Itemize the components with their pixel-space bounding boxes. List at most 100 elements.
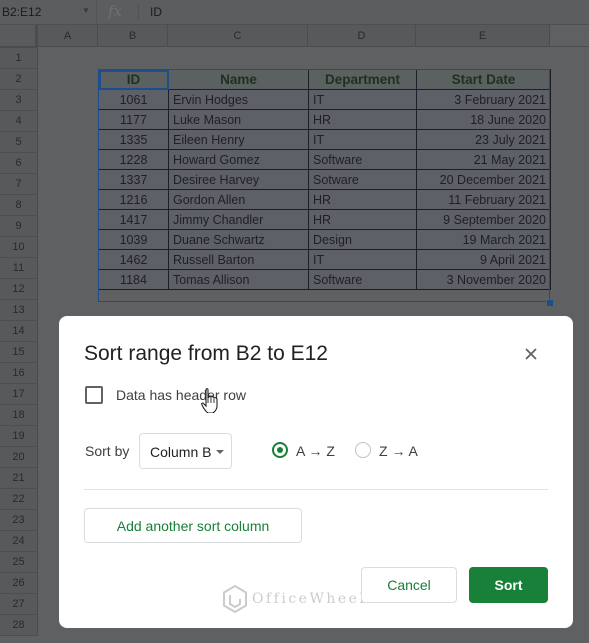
name-cell[interactable]: Gordon Allen bbox=[168, 189, 309, 210]
table-row: 1216 Gordon Allen HR 11 February 2021 bbox=[98, 189, 551, 210]
row-header[interactable]: 27 bbox=[0, 594, 38, 615]
name-box[interactable]: B2:E12 ▼ bbox=[0, 0, 97, 24]
sort-column-select[interactable]: Column B bbox=[139, 433, 232, 469]
table-header-cell[interactable]: ID bbox=[98, 69, 169, 90]
name-cell[interactable]: Howard Gomez bbox=[168, 149, 309, 170]
select-all-corner[interactable] bbox=[0, 25, 38, 49]
row-header[interactable]: 10 bbox=[0, 237, 38, 258]
id-cell[interactable]: 1177 bbox=[98, 109, 169, 130]
name-cell[interactable]: Russell Barton bbox=[168, 249, 309, 270]
department-cell[interactable]: IT bbox=[308, 89, 417, 110]
sort-button[interactable]: Sort bbox=[469, 567, 548, 603]
cancel-button[interactable]: Cancel bbox=[361, 567, 457, 603]
name-cell[interactable]: Ervin Hodges bbox=[168, 89, 309, 110]
column-header-d[interactable]: D bbox=[308, 25, 416, 47]
id-cell[interactable]: 1061 bbox=[98, 89, 169, 110]
column-header-a[interactable]: A bbox=[38, 25, 98, 47]
row-header[interactable]: 16 bbox=[0, 363, 38, 384]
row-header[interactable]: 24 bbox=[0, 531, 38, 552]
add-sort-column-button[interactable]: Add another sort column bbox=[84, 508, 302, 543]
row-header[interactable]: 8 bbox=[0, 195, 38, 216]
start-date-cell[interactable]: 20 December 2021 bbox=[416, 169, 551, 190]
radio-z-to-a-label[interactable]: Z → A bbox=[379, 443, 418, 459]
name-cell[interactable]: Desiree Harvey bbox=[168, 169, 309, 190]
table-header-cell[interactable]: Department bbox=[308, 69, 417, 90]
department-cell[interactable]: IT bbox=[308, 249, 417, 270]
id-cell[interactable]: 1039 bbox=[98, 229, 169, 250]
start-date-cell[interactable]: 21 May 2021 bbox=[416, 149, 551, 170]
row-header[interactable]: 1 bbox=[0, 48, 38, 69]
row-header[interactable]: 2 bbox=[0, 69, 38, 90]
row-header[interactable]: 18 bbox=[0, 405, 38, 426]
row-header[interactable]: 3 bbox=[0, 90, 38, 111]
column-header-b[interactable]: B bbox=[98, 25, 168, 47]
row-header[interactable]: 9 bbox=[0, 216, 38, 237]
table-header-cell[interactable]: Start Date bbox=[416, 69, 551, 90]
start-date-cell[interactable]: 18 June 2020 bbox=[416, 109, 551, 130]
row-header[interactable]: 6 bbox=[0, 153, 38, 174]
row-header[interactable]: 22 bbox=[0, 489, 38, 510]
name-cell[interactable]: Jimmy Chandler bbox=[168, 209, 309, 230]
row-header[interactable]: 26 bbox=[0, 573, 38, 594]
id-cell[interactable]: 1337 bbox=[98, 169, 169, 190]
divider bbox=[138, 4, 139, 20]
id-cell[interactable]: 1216 bbox=[98, 189, 169, 210]
row-header[interactable]: 23 bbox=[0, 510, 38, 531]
id-cell[interactable]: 1335 bbox=[98, 129, 169, 150]
id-cell[interactable]: 1462 bbox=[98, 249, 169, 270]
start-date-cell[interactable]: 9 September 2020 bbox=[416, 209, 551, 230]
department-cell[interactable]: HR bbox=[308, 209, 417, 230]
row-header[interactable]: 19 bbox=[0, 426, 38, 447]
formula-input[interactable]: ID bbox=[150, 5, 162, 19]
name-cell[interactable]: Eileen Henry bbox=[168, 129, 309, 150]
row-header[interactable]: 14 bbox=[0, 321, 38, 342]
row-header[interactable]: 13 bbox=[0, 300, 38, 321]
radio-a-to-z-label[interactable]: A → Z bbox=[296, 443, 335, 459]
row-header[interactable]: 12 bbox=[0, 279, 38, 300]
id-cell[interactable]: 1184 bbox=[98, 269, 169, 290]
name-cell[interactable]: Luke Mason bbox=[168, 109, 309, 130]
table-header-cell[interactable]: Name bbox=[168, 69, 309, 90]
start-date-cell[interactable]: 3 February 2021 bbox=[416, 89, 551, 110]
data-table: ID Name Department Start Date 1061 Ervin Hodg… bbox=[98, 69, 551, 290]
department-cell[interactable]: IT bbox=[308, 129, 417, 150]
row-header[interactable]: 11 bbox=[0, 258, 38, 279]
header-row-checkbox[interactable] bbox=[85, 386, 103, 404]
department-cell[interactable]: Software bbox=[308, 149, 417, 170]
fill-handle[interactable] bbox=[546, 299, 554, 307]
department-cell[interactable]: Design bbox=[308, 229, 417, 250]
fx-icon: fx bbox=[108, 2, 123, 20]
radio-z-to-a[interactable] bbox=[355, 442, 371, 458]
start-date-cell[interactable]: 19 March 2021 bbox=[416, 229, 551, 250]
row-header[interactable]: 5 bbox=[0, 132, 38, 153]
department-cell[interactable]: Software bbox=[308, 269, 417, 290]
row-header[interactable]: 15 bbox=[0, 342, 38, 363]
department-cell[interactable]: HR bbox=[308, 109, 417, 130]
name-cell[interactable]: Duane Schwartz bbox=[168, 229, 309, 250]
header-row-checkbox-label[interactable]: Data has header row bbox=[116, 387, 246, 403]
row-header[interactable]: 21 bbox=[0, 468, 38, 489]
department-cell[interactable]: Sotware bbox=[308, 169, 417, 190]
table-row: 1228 Howard Gomez Software 21 May 2021 bbox=[98, 149, 551, 170]
start-date-cell[interactable]: 3 November 2020 bbox=[416, 269, 551, 290]
table-row: 1335 Eileen Henry IT 23 July 2021 bbox=[98, 129, 551, 150]
close-button[interactable] bbox=[520, 343, 542, 365]
close-icon bbox=[525, 348, 537, 360]
id-cell[interactable]: 1417 bbox=[98, 209, 169, 230]
name-cell[interactable]: Tomas Allison bbox=[168, 269, 309, 290]
start-date-cell[interactable]: 11 February 2021 bbox=[416, 189, 551, 210]
row-header[interactable]: 7 bbox=[0, 174, 38, 195]
row-header[interactable]: 25 bbox=[0, 552, 38, 573]
row-header[interactable]: 4 bbox=[0, 111, 38, 132]
id-cell[interactable]: 1228 bbox=[98, 149, 169, 170]
start-date-cell[interactable]: 23 July 2021 bbox=[416, 129, 551, 150]
column-header-e[interactable]: E bbox=[416, 25, 550, 47]
row-header[interactable]: 20 bbox=[0, 447, 38, 468]
start-date-cell[interactable]: 9 April 2021 bbox=[416, 249, 551, 270]
department-cell[interactable]: HR bbox=[308, 189, 417, 210]
radio-a-to-z[interactable] bbox=[272, 442, 288, 458]
column-header-c[interactable]: C bbox=[168, 25, 308, 47]
row-header[interactable]: 28 bbox=[0, 615, 38, 636]
row-header[interactable]: 17 bbox=[0, 384, 38, 405]
chevron-down-icon[interactable]: ▼ bbox=[82, 6, 90, 15]
